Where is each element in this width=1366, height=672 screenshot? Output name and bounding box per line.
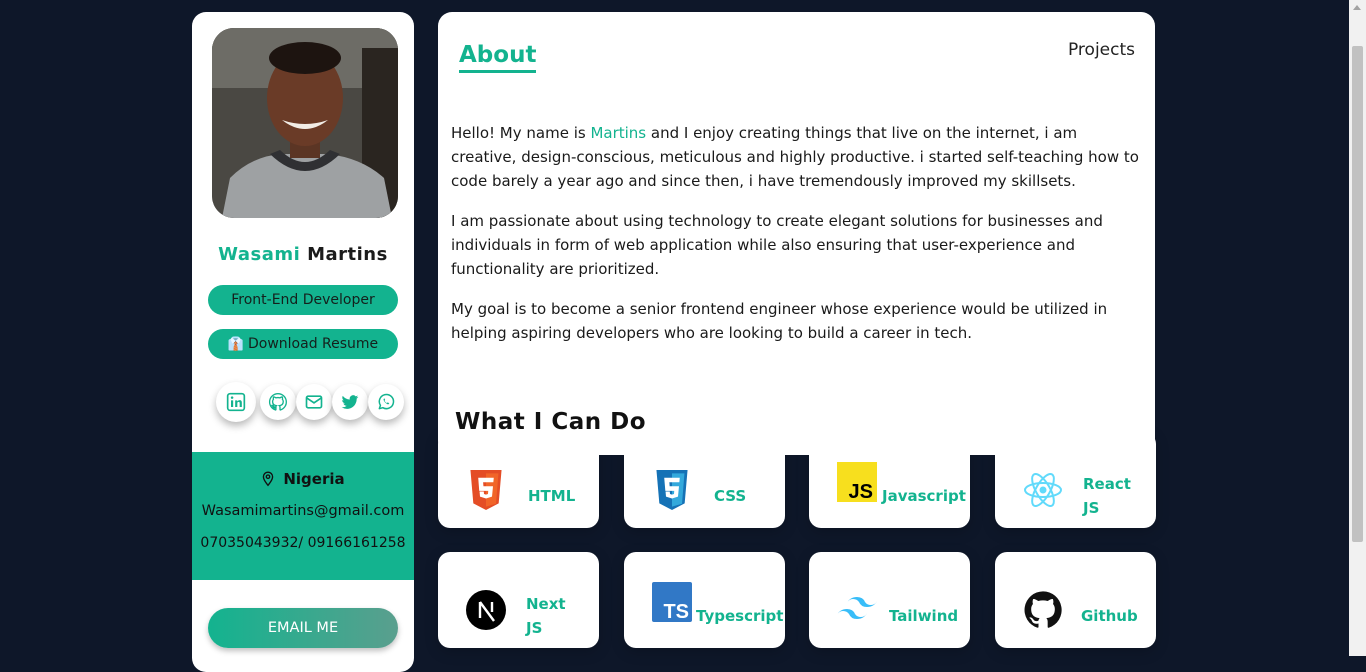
location: Nigeria bbox=[192, 470, 414, 488]
bio-text-start: Hello! My name is bbox=[451, 124, 591, 142]
profile-sidebar: Wasami Martins Front-End Developer 👔 Dow… bbox=[192, 12, 414, 672]
nextjs-icon bbox=[466, 590, 506, 630]
first-name: Wasami bbox=[218, 244, 301, 265]
bio-text: Hello! My name is Martins and I enjoy cr… bbox=[451, 121, 1141, 361]
location-pin-icon bbox=[263, 471, 274, 487]
skill-card-github: Github bbox=[995, 552, 1156, 648]
profile-name: Wasami Martins bbox=[192, 244, 414, 265]
about-panel: About Projects Hello! My name is Martins… bbox=[438, 12, 1155, 455]
location-text: Nigeria bbox=[283, 470, 345, 488]
skill-label: Tailwind bbox=[889, 607, 959, 625]
bio-paragraph: Hello! My name is Martins and I enjoy cr… bbox=[451, 121, 1141, 193]
bio-paragraph: I am passionate about using technology t… bbox=[451, 212, 1103, 278]
skills-grid: HTML CSS JS Javascript React JS Next JS … bbox=[438, 432, 1158, 670]
download-resume-button[interactable]: 👔 Download Resume bbox=[208, 329, 398, 359]
twitter-icon[interactable] bbox=[332, 384, 368, 420]
skill-label: CSS bbox=[714, 487, 747, 505]
react-icon bbox=[1024, 473, 1062, 507]
skill-card-nextjs: Next JS bbox=[438, 552, 599, 648]
section-title-what-i-can-do: What I Can Do bbox=[455, 409, 647, 435]
contact-panel: Nigeria Wasamimartins@gmail.com 07035043… bbox=[192, 452, 414, 580]
scroll-up-arrow-icon[interactable] bbox=[1353, 5, 1361, 10]
skill-label: React JS bbox=[1083, 475, 1131, 517]
javascript-icon: JS bbox=[837, 462, 877, 502]
github-icon bbox=[1024, 591, 1062, 628]
email-me-button[interactable]: EMAIL ME bbox=[208, 608, 398, 648]
social-links bbox=[216, 382, 406, 424]
mail-icon[interactable] bbox=[296, 384, 332, 420]
scrollbar-thumb[interactable] bbox=[1352, 46, 1363, 542]
bio-paragraph: My goal is to become a senior frontend e… bbox=[451, 300, 1108, 342]
linkedin-icon[interactable] bbox=[216, 382, 256, 422]
contact-phone: 07035043932/ 09166161258 bbox=[200, 535, 406, 551]
skill-label: Typescript bbox=[696, 607, 784, 625]
skill-label: Github bbox=[1081, 607, 1138, 625]
profile-photo bbox=[212, 28, 398, 218]
skill-card-tailwind: Tailwind bbox=[809, 552, 970, 648]
svg-text:JS: JS bbox=[849, 481, 873, 502]
tailwind-icon bbox=[837, 597, 877, 619]
tie-icon: 👔 bbox=[227, 336, 244, 352]
role-badge: Front-End Developer bbox=[208, 285, 398, 315]
tab-projects[interactable]: Projects bbox=[1068, 40, 1135, 60]
html5-icon bbox=[470, 470, 502, 510]
skill-card-typescript: TS Typescript bbox=[624, 552, 785, 648]
tab-about[interactable]: About bbox=[459, 40, 537, 73]
role-label: Front-End Developer bbox=[231, 292, 375, 308]
github-icon[interactable] bbox=[260, 384, 296, 420]
whatsapp-icon[interactable] bbox=[368, 384, 404, 420]
svg-text:TS: TS bbox=[663, 601, 689, 622]
skill-label: Javascript bbox=[882, 487, 966, 505]
css3-icon bbox=[656, 470, 688, 510]
last-name: Martins bbox=[307, 244, 388, 265]
page-scrollbar[interactable] bbox=[1349, 0, 1366, 656]
contact-email: Wasamimartins@gmail.com bbox=[201, 503, 405, 519]
typescript-icon: TS bbox=[652, 582, 692, 622]
highlighted-name: Martins bbox=[590, 124, 647, 142]
download-resume-label: Download Resume bbox=[248, 336, 379, 352]
skill-label: Next JS bbox=[526, 595, 566, 637]
skill-label: HTML bbox=[528, 487, 576, 505]
